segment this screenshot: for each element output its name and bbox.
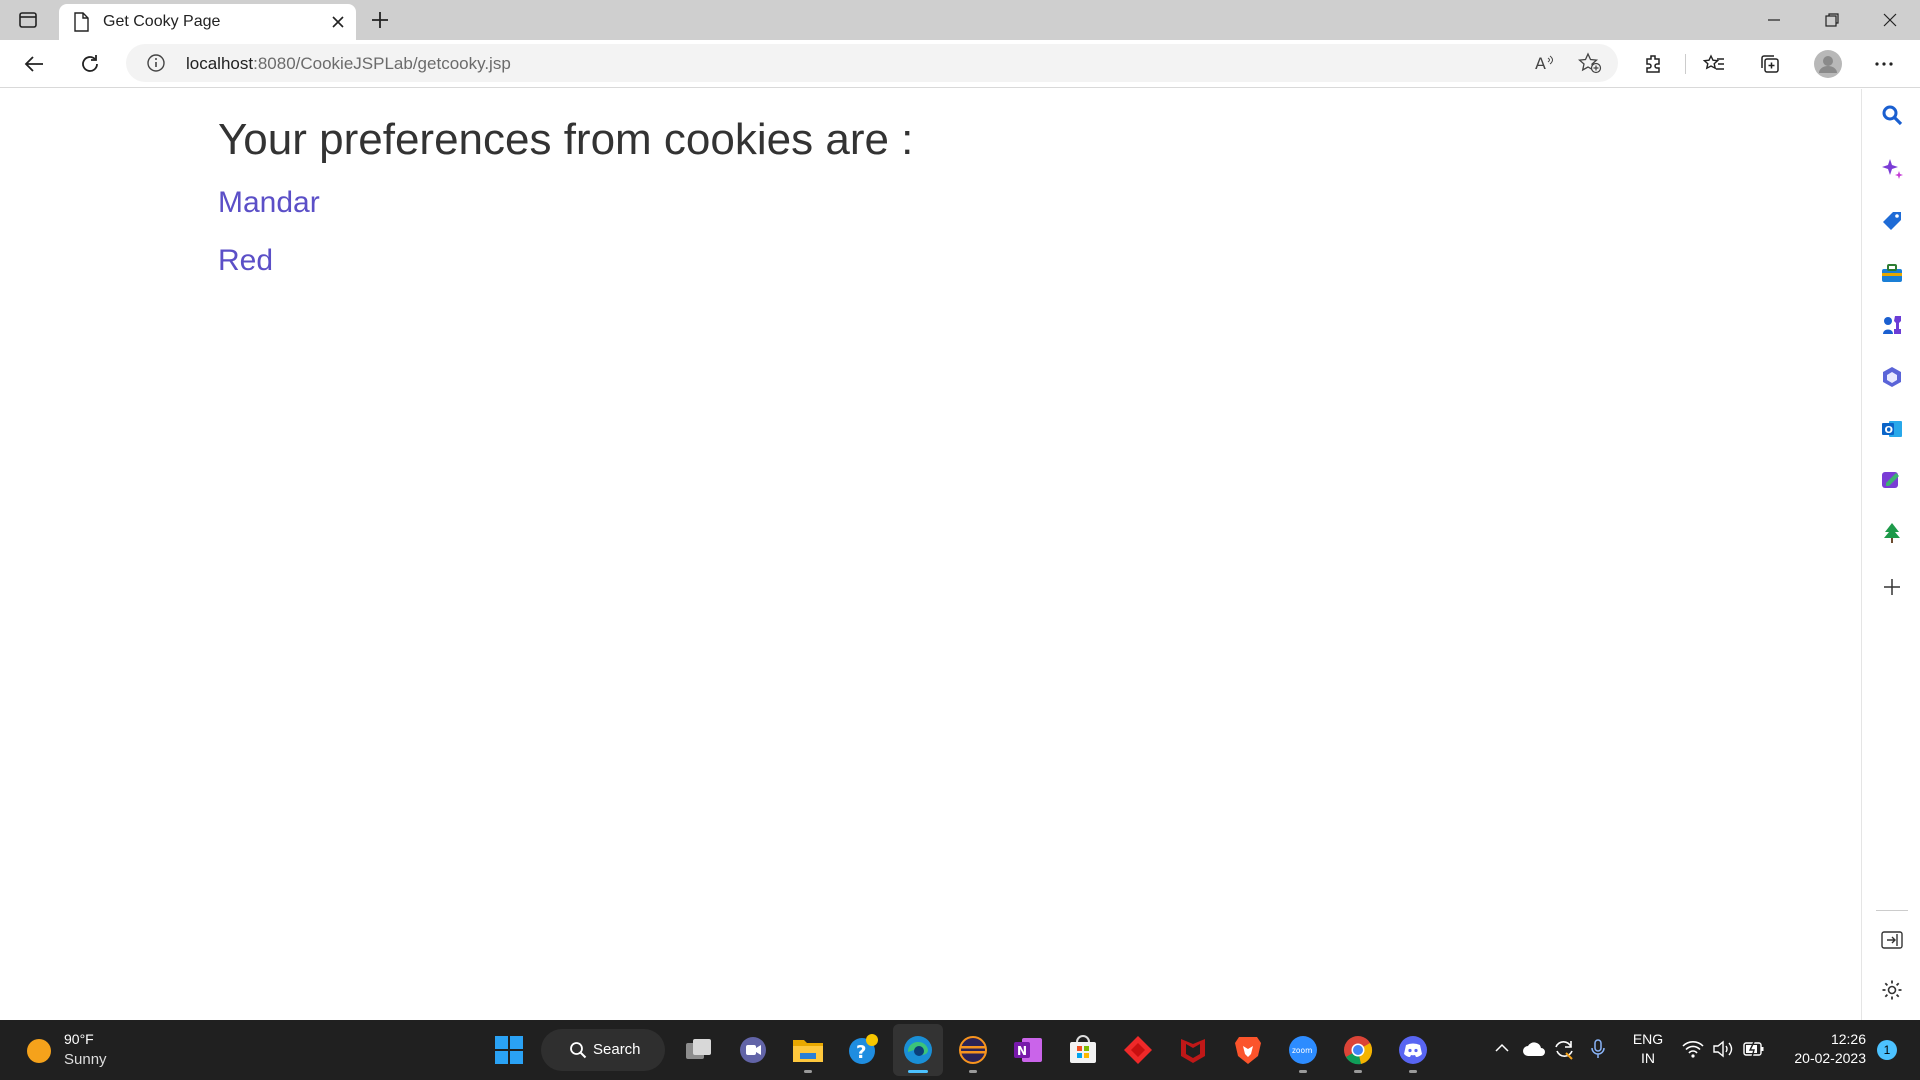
svg-text:?: ? bbox=[856, 1042, 866, 1063]
weather-widget[interactable]: 90°F Sunny bbox=[24, 1030, 134, 1072]
volume-icon[interactable] bbox=[1712, 1039, 1736, 1064]
tools-briefcase-icon[interactable] bbox=[1878, 259, 1906, 287]
explorer-running-indicator bbox=[804, 1070, 812, 1073]
teams-chat-icon[interactable] bbox=[735, 1032, 771, 1068]
add-favorite-icon[interactable] bbox=[1577, 52, 1602, 74]
wifi-icon[interactable] bbox=[1682, 1039, 1704, 1064]
discord-icon[interactable] bbox=[1395, 1032, 1431, 1068]
weather-desc: Sunny bbox=[64, 1051, 107, 1068]
zoom-icon[interactable]: zoom bbox=[1285, 1032, 1321, 1068]
profile-avatar[interactable] bbox=[1810, 46, 1846, 82]
svg-text:O: O bbox=[1885, 425, 1894, 436]
windows-taskbar: 90°F Sunny Search ? N zoom ENG IN 12:26 … bbox=[0, 1020, 1920, 1080]
search-icon[interactable] bbox=[1878, 101, 1906, 129]
edge-browser-icon[interactable] bbox=[900, 1032, 936, 1068]
windows-start-icon[interactable] bbox=[491, 1032, 527, 1068]
sidebar-settings-icon[interactable] bbox=[1878, 976, 1906, 1004]
back-button[interactable] bbox=[16, 46, 52, 82]
page-heading: Your preferences from cookies are : bbox=[218, 115, 914, 164]
games-chess-icon[interactable] bbox=[1878, 311, 1906, 339]
favorites-icon[interactable] bbox=[1696, 46, 1732, 82]
brave-browser-icon[interactable] bbox=[1230, 1032, 1266, 1068]
search-icon bbox=[569, 1041, 587, 1064]
svg-text:N: N bbox=[1017, 1044, 1027, 1058]
url-text[interactable]: localhost:8080/CookieJSPLab/getcooky.jsp bbox=[186, 54, 511, 74]
browser-toolbar: localhost:8080/CookieJSPLab/getcooky.jsp… bbox=[0, 40, 1920, 88]
tab-strip: Get Cooky Page bbox=[0, 0, 1920, 40]
hide-sidebar-icon[interactable] bbox=[1878, 926, 1906, 954]
outlook-icon[interactable]: O bbox=[1878, 415, 1906, 443]
svg-text:A: A bbox=[1535, 54, 1546, 73]
eclipse-icon[interactable] bbox=[955, 1032, 991, 1068]
minimize-button[interactable] bbox=[1745, 0, 1803, 40]
restore-button[interactable] bbox=[1803, 0, 1861, 40]
url-path: :8080/CookieJSPLab/getcooky.jsp bbox=[253, 54, 511, 73]
task-view-icon[interactable] bbox=[681, 1032, 717, 1068]
weather-temp: 90°F bbox=[64, 1031, 94, 1047]
toolbar-divider bbox=[1685, 54, 1686, 74]
more-menu-icon[interactable] bbox=[1866, 46, 1902, 82]
zoom-running-indicator bbox=[1299, 1070, 1307, 1073]
close-window-button[interactable] bbox=[1861, 0, 1919, 40]
preference-color: Red bbox=[218, 244, 274, 277]
close-tab-icon[interactable] bbox=[330, 14, 346, 30]
clock-date: 20-02-2023 bbox=[1794, 1050, 1866, 1066]
eclipse-running-indicator bbox=[969, 1070, 977, 1073]
tab-get-cooky-page[interactable]: Get Cooky Page bbox=[59, 4, 356, 40]
shopping-tag-icon[interactable] bbox=[1878, 207, 1906, 235]
microphone-icon[interactable] bbox=[1590, 1038, 1606, 1065]
edge-running-indicator bbox=[908, 1070, 928, 1073]
collections-icon[interactable] bbox=[1752, 46, 1788, 82]
page-content: Your preferences from cookies are : Mand… bbox=[0, 89, 1861, 1020]
preference-name: Mandar bbox=[218, 186, 320, 219]
discord-running-indicator bbox=[1409, 1070, 1417, 1073]
battery-icon[interactable] bbox=[1743, 1040, 1765, 1063]
microsoft-store-icon[interactable] bbox=[1065, 1032, 1101, 1068]
notification-count: 1 bbox=[1883, 1043, 1891, 1057]
help-icon[interactable]: ? bbox=[845, 1032, 881, 1068]
region-code: IN bbox=[1641, 1050, 1655, 1066]
clock-time: 12:26 bbox=[1830, 1031, 1866, 1047]
tab-actions-icon[interactable] bbox=[18, 10, 38, 30]
address-bar[interactable]: localhost:8080/CookieJSPLab/getcooky.jsp… bbox=[126, 44, 1618, 82]
taskbar-search-box[interactable]: Search bbox=[541, 1029, 665, 1071]
sun-icon bbox=[26, 1038, 52, 1069]
language-indicator[interactable]: ENG IN bbox=[1622, 1030, 1674, 1070]
site-info-icon[interactable] bbox=[146, 53, 166, 73]
edge-sidebar: O bbox=[1861, 89, 1920, 1020]
new-tab-button[interactable] bbox=[368, 8, 392, 32]
designer-icon[interactable] bbox=[1878, 467, 1906, 495]
read-aloud-icon[interactable]: A bbox=[1534, 53, 1556, 73]
notification-badge[interactable]: 1 bbox=[1877, 1040, 1897, 1060]
anydesk-icon[interactable] bbox=[1120, 1032, 1156, 1068]
mcafee-icon[interactable] bbox=[1175, 1032, 1211, 1068]
refresh-button[interactable] bbox=[72, 46, 108, 82]
show-hidden-icons-chevron[interactable] bbox=[1494, 1040, 1510, 1061]
language-code: ENG bbox=[1632, 1031, 1664, 1047]
url-host: localhost bbox=[186, 54, 254, 73]
sidebar-divider bbox=[1876, 910, 1908, 911]
search-label: Search bbox=[593, 1041, 641, 1058]
sync-icon[interactable] bbox=[1552, 1038, 1576, 1065]
onenote-icon[interactable]: N bbox=[1010, 1032, 1046, 1068]
tree-icon[interactable] bbox=[1878, 519, 1906, 547]
chrome-icon[interactable] bbox=[1340, 1032, 1376, 1068]
clock[interactable]: 12:26 20-02-2023 bbox=[1776, 1030, 1866, 1070]
svg-text:zoom: zoom bbox=[1292, 1046, 1312, 1055]
onedrive-cloud-icon[interactable] bbox=[1522, 1040, 1546, 1063]
extensions-icon[interactable] bbox=[1636, 46, 1672, 82]
microsoft-365-icon[interactable] bbox=[1878, 363, 1906, 391]
file-explorer-icon[interactable] bbox=[790, 1032, 826, 1068]
copilot-sparkle-icon[interactable] bbox=[1878, 155, 1906, 183]
add-sidebar-app-icon[interactable] bbox=[1878, 573, 1906, 601]
page-icon bbox=[73, 12, 89, 32]
tab-title: Get Cooky Page bbox=[103, 13, 221, 30]
chrome-running-indicator bbox=[1354, 1070, 1362, 1073]
